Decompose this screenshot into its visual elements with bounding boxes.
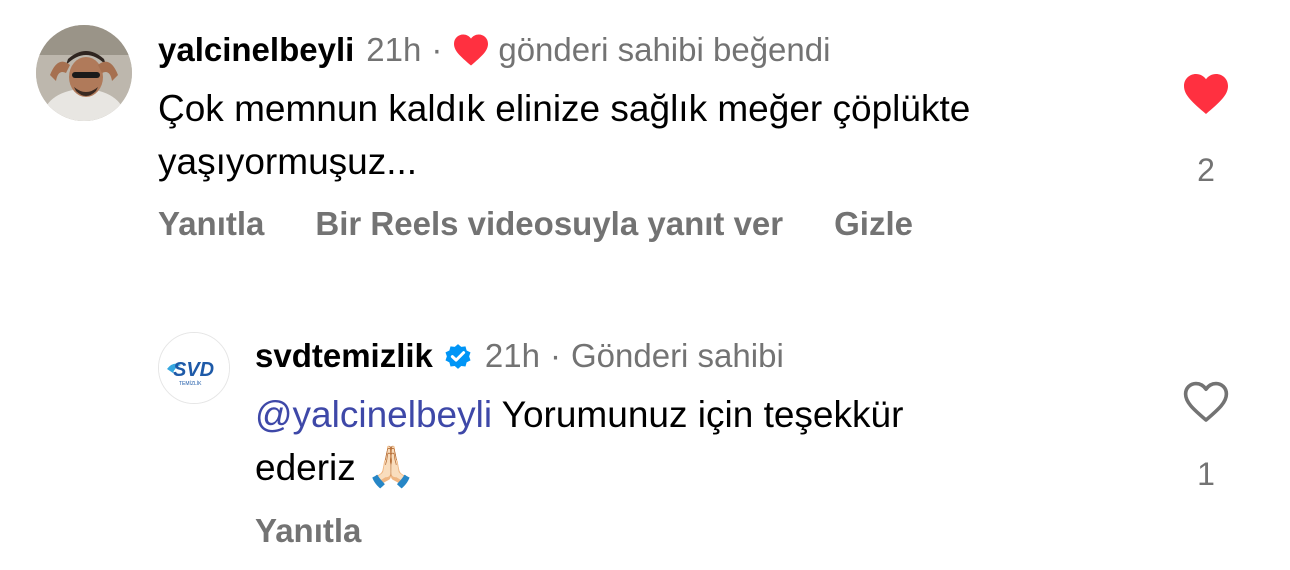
username[interactable]: yalcinelbeyli: [158, 30, 354, 70]
owner-label: Gönderi sahibi: [570, 337, 784, 374]
svd-logo: SVD TEMİZLİK: [159, 333, 229, 403]
comment-text: Çok memnun kaldık elinize sağlık meğer ç…: [158, 82, 970, 188]
comment-actions: Yanıtla Bir Reels videosuyla yanıt ver G…: [158, 205, 913, 243]
reply-button[interactable]: Yanıtla: [158, 205, 264, 243]
reply-button[interactable]: Yanıtla: [255, 512, 361, 550]
avatar[interactable]: SVD TEMİZLİK: [158, 332, 230, 404]
heart-outline-icon: [1182, 381, 1230, 428]
comment-actions: Yanıtla: [255, 512, 361, 550]
comment-text-line: yaşıyormuşuz...: [158, 141, 418, 182]
separator-dot: ·: [549, 337, 561, 374]
reels-reply-button[interactable]: Bir Reels videosuyla yanıt ver: [315, 205, 783, 243]
comment-text: @yalcinelbeyli Yorumunuz için teşekkür e…: [255, 388, 903, 494]
comment-text-line: ederiz 🙏🏻: [255, 441, 903, 494]
like-button[interactable]: [1182, 380, 1232, 426]
svg-text:TEMİZLİK: TEMİZLİK: [179, 380, 202, 387]
praying-hands-emoji: 🙏🏻: [366, 445, 416, 489]
heart-filled-icon: [452, 33, 490, 67]
separator-dot: ·: [431, 31, 443, 68]
comment-text-line: @yalcinelbeyli Yorumunuz için teşekkür: [255, 388, 903, 441]
comment-meta: yalcinelbeyli 21h · gönderi sahibi beğen…: [158, 30, 830, 70]
comment-text-segment: ederiz: [255, 447, 356, 488]
username[interactable]: svdtemizlik: [255, 336, 433, 376]
timestamp: 21h: [366, 31, 422, 68]
heart-filled-icon: [1182, 74, 1230, 120]
owner-liked-label: gönderi sahibi beğendi: [498, 31, 831, 68]
mention-link[interactable]: @yalcinelbeyli: [255, 394, 492, 435]
avatar-photo: [36, 25, 132, 121]
timestamp: 21h: [484, 337, 540, 374]
hide-button[interactable]: Gizle: [834, 205, 913, 243]
svg-text:SVD: SVD: [173, 359, 214, 381]
comment-text-line: Çok memnun kaldık elinize sağlık meğer ç…: [158, 88, 971, 129]
like-count[interactable]: 2: [1181, 152, 1231, 189]
like-count[interactable]: 1: [1181, 456, 1231, 493]
avatar[interactable]: [36, 25, 132, 121]
like-button[interactable]: [1182, 72, 1232, 118]
comment-text-segment: Yorumunuz için teşekkür: [492, 394, 904, 435]
comment-meta: svdtemizlik 21h · Gönderi sahibi: [255, 336, 784, 376]
verified-badge-icon: [443, 341, 473, 371]
